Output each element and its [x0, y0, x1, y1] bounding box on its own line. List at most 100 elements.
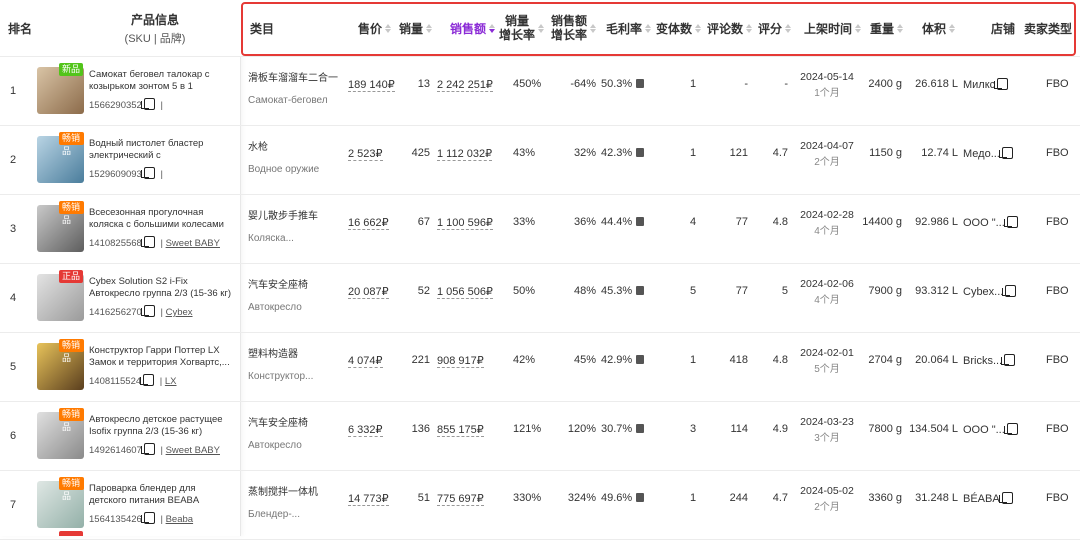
category-ru: Самокат-беговел: [248, 95, 328, 106]
sku-number[interactable]: 1492614607: [89, 445, 142, 456]
store-name[interactable]: Медо...: [963, 148, 1000, 160]
brand-link[interactable]: Cybex: [166, 307, 193, 318]
copy-icon[interactable]: [1003, 216, 1018, 228]
rank: 4: [10, 292, 17, 304]
brand-link[interactable]: LX: [165, 376, 177, 387]
table-row[interactable]: 2 畅销品 Водный пистолет бластер электричес…: [0, 126, 1080, 195]
copy-icon[interactable]: [140, 512, 155, 524]
calculator-icon[interactable]: [636, 148, 645, 157]
listed-ago: 2个月: [814, 157, 840, 168]
store[interactable]: Bricks...: [963, 354, 1018, 367]
store-name[interactable]: ООО "...: [963, 217, 1005, 229]
product-badge: 新品: [59, 63, 84, 76]
revenue-growth: 32%: [573, 147, 596, 159]
copy-icon[interactable]: [140, 305, 155, 317]
store-name[interactable]: Bricks...: [963, 355, 1002, 367]
calculator-icon[interactable]: [636, 286, 645, 295]
product-table: 排名 产品信息 (SKU | 品牌) 类目 售价 销量 销售额 销量 增长率 销售…: [0, 0, 1080, 540]
product-thumbnail[interactable]: 畅销品: [37, 339, 84, 390]
sku-number[interactable]: 1529609093: [89, 169, 142, 180]
variants: 5: [690, 285, 697, 297]
brand-link[interactable]: Sweet BABY: [166, 238, 220, 249]
sales-growth: 450%: [513, 78, 542, 90]
variants: 1: [690, 78, 697, 90]
product-thumbnail[interactable]: 畅销品: [37, 201, 84, 252]
sku-number[interactable]: 1408115524: [89, 376, 141, 387]
store[interactable]: ООО "...: [963, 423, 1021, 436]
calculator-icon[interactable]: [636, 493, 645, 502]
copy-icon[interactable]: [1001, 354, 1016, 366]
rank: 1: [10, 85, 17, 97]
rating: 4.8: [772, 354, 788, 366]
product-title[interactable]: Всесезонная прогулочная коляска с больши…: [89, 207, 234, 231]
table-row[interactable]: 4 正品 Cybex Solution S2 i-Fix Автокресло …: [0, 264, 1080, 333]
table-row[interactable]: 3 畅销品 Всесезонная прогулочная коляска с …: [0, 195, 1080, 264]
volume: 31.248 L: [915, 492, 958, 504]
sku-number[interactable]: 1564135426: [89, 514, 142, 525]
copy-icon[interactable]: [140, 167, 155, 179]
store-name[interactable]: BÉABA: [963, 493, 1000, 505]
product-title[interactable]: Пароварка блендер для детского питания B…: [89, 483, 234, 507]
listed-ago: 4个月: [814, 226, 840, 237]
revenue: 1 056 506₽: [437, 286, 493, 299]
price: 20 087₽: [348, 286, 389, 299]
calculator-icon[interactable]: [636, 355, 645, 364]
calculator-icon[interactable]: [636, 217, 645, 226]
store[interactable]: BÉABA: [963, 492, 1016, 505]
copy-icon[interactable]: [1003, 423, 1018, 435]
brand-link[interactable]: Beaba: [166, 514, 193, 525]
sales: 52: [417, 285, 430, 297]
copy-icon[interactable]: [140, 443, 155, 455]
copy-icon[interactable]: [140, 374, 155, 386]
table-row[interactable]: 6 畅销品 Автокресло детское растущее Isofix…: [0, 402, 1080, 471]
copy-icon[interactable]: [1002, 285, 1017, 297]
store[interactable]: Медо...: [963, 147, 1016, 160]
product-title[interactable]: Конструктор Гарри Поттер LX Замок и терр…: [89, 345, 234, 369]
rating: 4.9: [772, 423, 788, 435]
sku-number[interactable]: 1416256270: [89, 307, 142, 318]
variants: 1: [690, 147, 697, 159]
store[interactable]: Милкс: [963, 78, 1011, 91]
table-row[interactable]: 7 畅销品 Пароварка блендер для детского пит…: [0, 471, 1080, 540]
copy-icon[interactable]: [994, 78, 1009, 90]
product-thumbnail[interactable]: 正品: [37, 270, 84, 321]
product-thumbnail[interactable]: 畅销品: [37, 408, 84, 459]
header-product-info-label: 产品信息: [130, 12, 179, 27]
revenue: 2 242 251₽: [437, 79, 493, 92]
store-name[interactable]: ООО "...: [963, 424, 1005, 436]
gross-margin-value: 42.3%: [601, 147, 633, 159]
volume: 93.312 L: [915, 285, 958, 297]
product-title[interactable]: Водный пистолет бластер электрический с …: [89, 138, 234, 162]
highlight-box: [241, 2, 1076, 56]
sku-number[interactable]: 1410825568: [89, 238, 142, 249]
listed-date: 2024-05-02: [800, 485, 854, 497]
revenue: 775 697₽: [437, 493, 484, 506]
store[interactable]: Cybex...: [963, 285, 1019, 298]
product-thumbnail[interactable]: 畅销品: [37, 477, 84, 528]
sales: 136: [411, 423, 430, 435]
product-title[interactable]: Автокресло детское растущее Isofix групп…: [89, 414, 234, 438]
rank: 7: [10, 499, 17, 511]
copy-icon[interactable]: [998, 147, 1013, 159]
product-thumbnail[interactable]: 畅销品: [37, 132, 84, 183]
store-name[interactable]: Cybex...: [963, 286, 1003, 298]
product-title[interactable]: Cybex Solution S2 i-Fix Автокресло групп…: [89, 276, 234, 300]
reviews: 114: [730, 423, 748, 435]
product-title[interactable]: Самокат беговел талокар с козырьком зонт…: [89, 69, 234, 93]
store-name[interactable]: Милкс: [963, 79, 995, 91]
calculator-icon[interactable]: [636, 79, 645, 88]
table-row[interactable]: 5 畅销品 Конструктор Гарри Поттер LX Замок …: [0, 333, 1080, 402]
copy-icon[interactable]: [998, 492, 1013, 504]
volume: 20.064 L: [915, 354, 958, 366]
store[interactable]: ООО "...: [963, 216, 1021, 229]
price: 14 773₽: [348, 493, 389, 506]
copy-icon[interactable]: [140, 98, 155, 110]
brand-link[interactable]: Sweet BABY: [166, 445, 220, 456]
price: 4 074₽: [348, 355, 383, 368]
sku-number[interactable]: 1566290352: [89, 100, 142, 111]
table-row[interactable]: 1 新品 Самокат беговел талокар с козырьком…: [0, 57, 1080, 126]
copy-icon[interactable]: [140, 236, 155, 248]
product-thumbnail[interactable]: 新品: [37, 63, 84, 114]
calculator-icon[interactable]: [636, 424, 645, 433]
listed-date: 2024-04-07: [800, 140, 854, 152]
